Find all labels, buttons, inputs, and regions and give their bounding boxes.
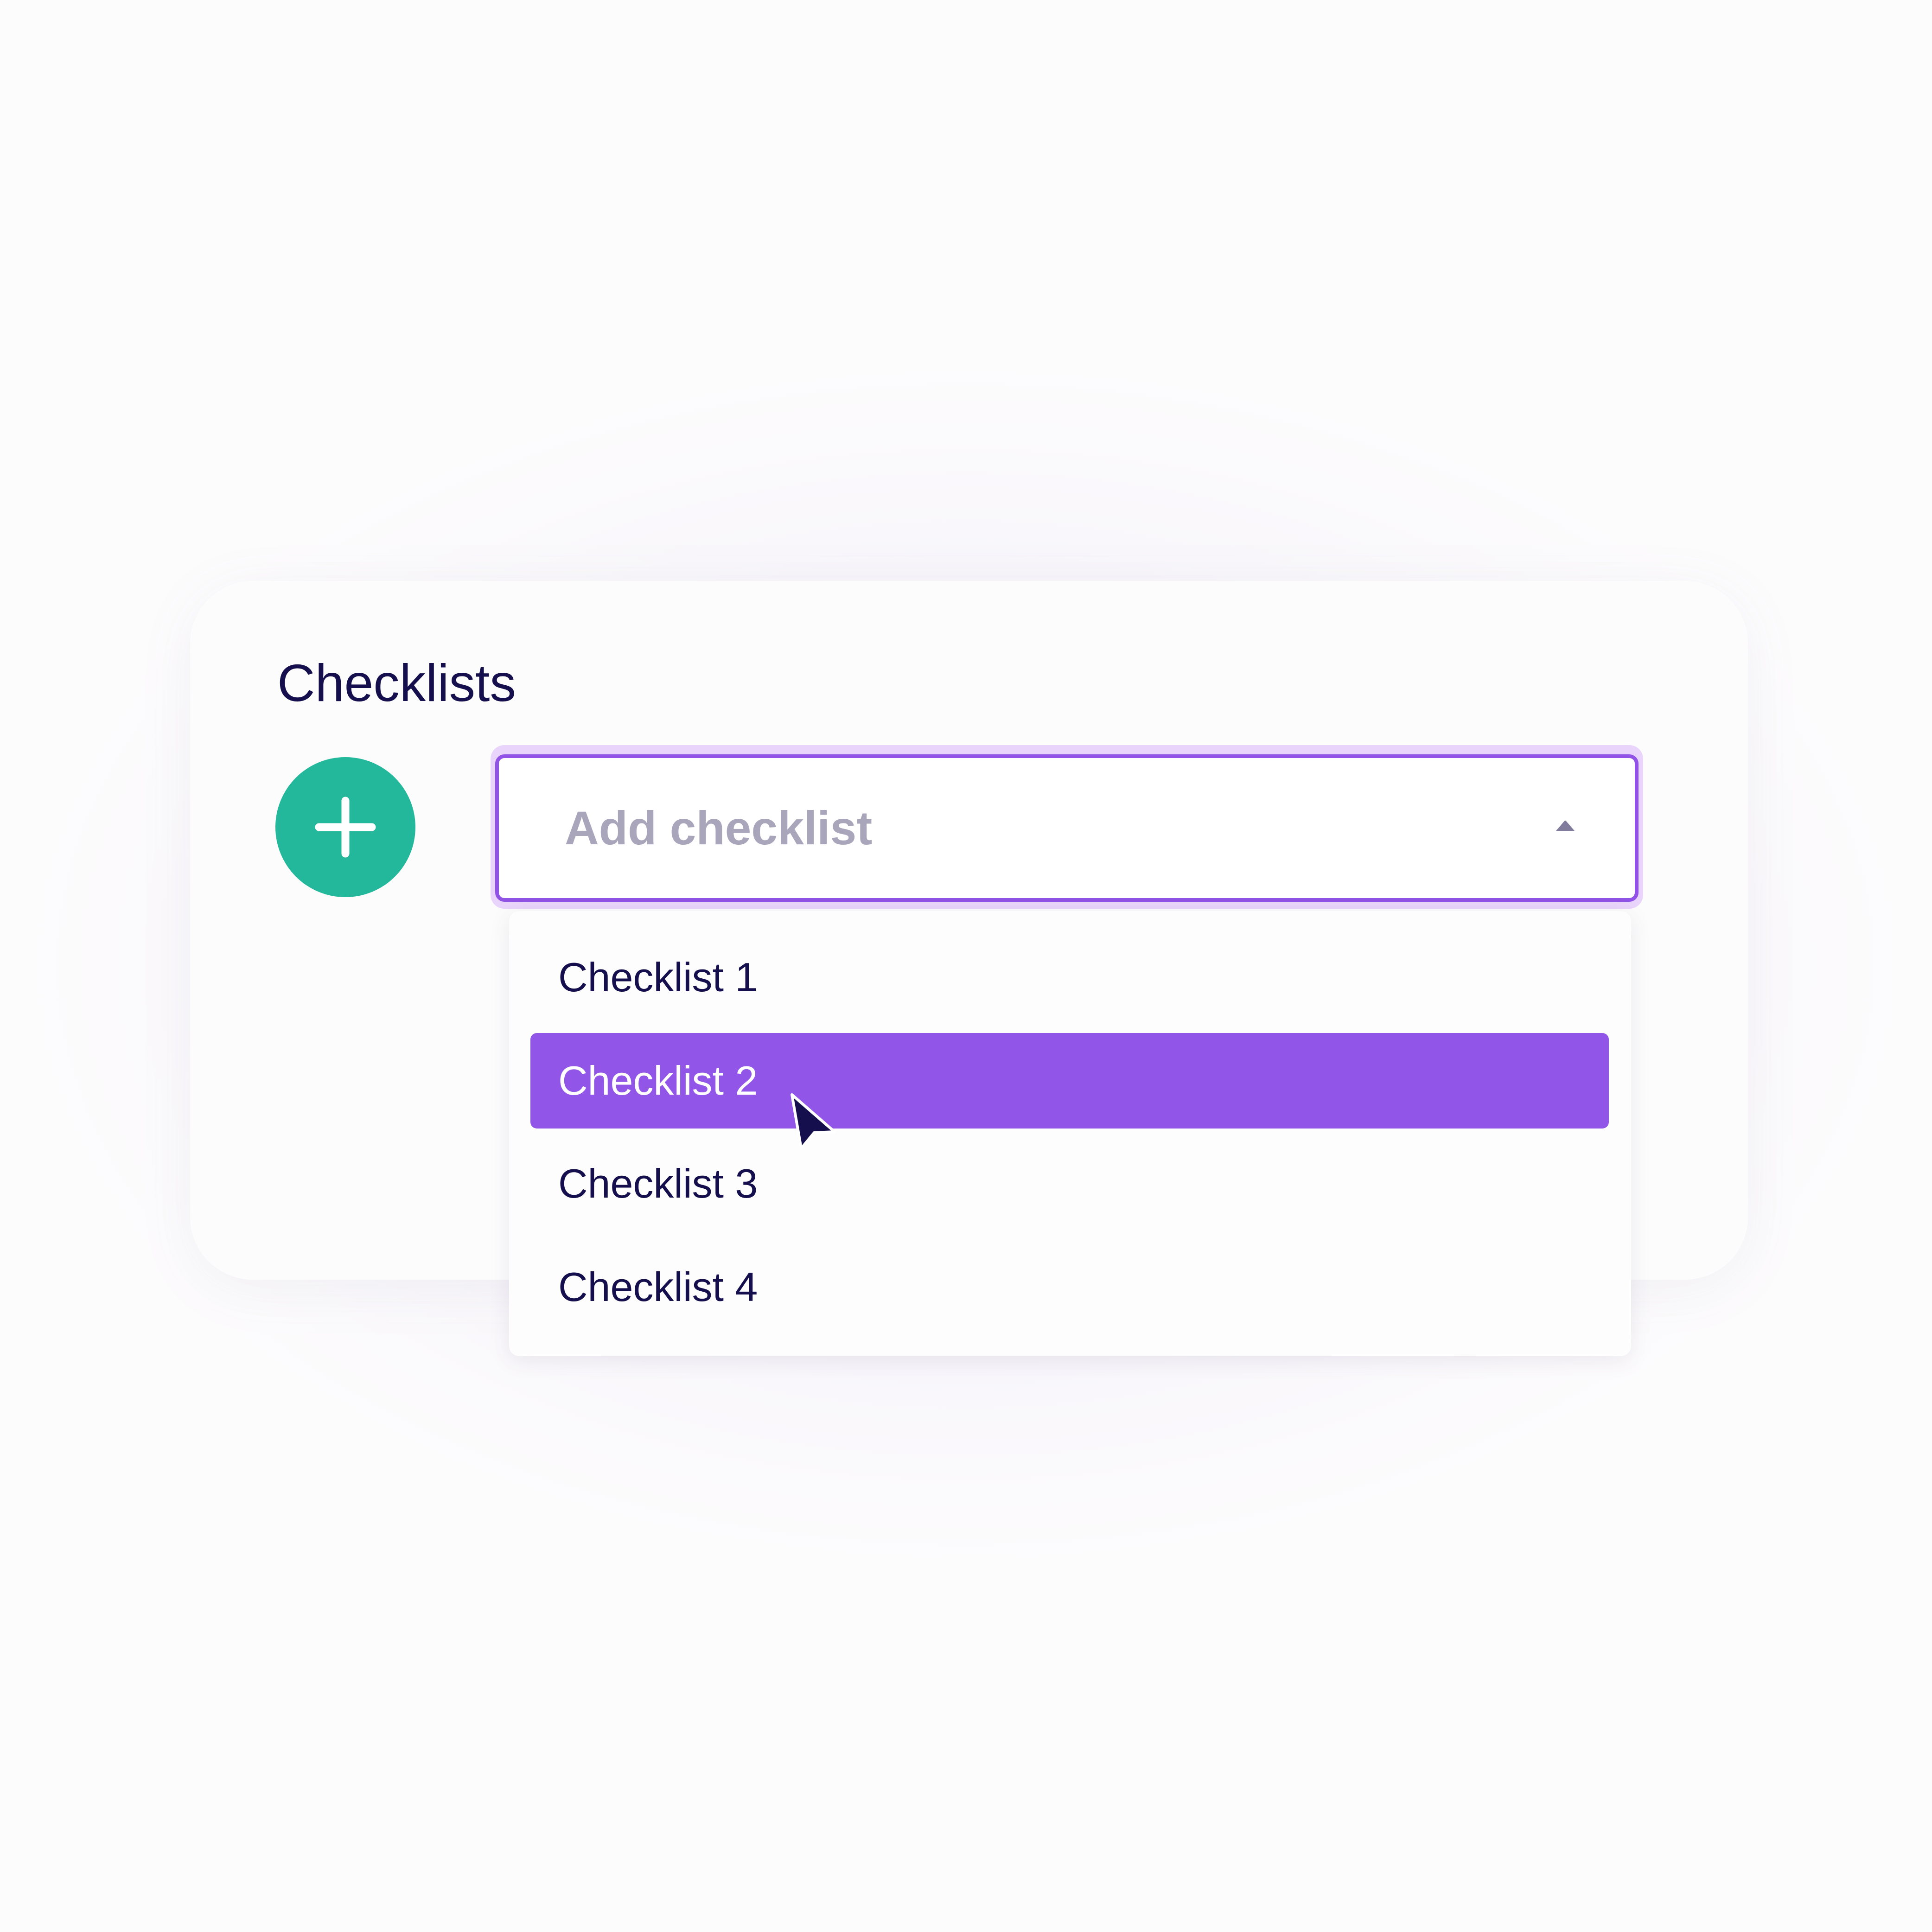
mouse-cursor-icon [791,1093,836,1150]
menu-item-label: Checklist 2 [558,1058,758,1103]
select-placeholder: Add checklist [565,802,873,854]
menu-item-checklist-3[interactable]: Checklist 3 [530,1136,1609,1231]
caret-up-icon[interactable] [1554,818,1576,832]
menu-item-label: Checklist 3 [558,1160,758,1206]
menu-item-label: Checklist 4 [558,1264,758,1310]
menu-item-checklist-2[interactable]: Checklist 2 [530,1033,1609,1129]
card-title: Checklists [277,654,516,712]
checklist-select[interactable]: Add checklist [495,754,1639,902]
add-checklist-button[interactable] [275,757,415,897]
menu-item-label: Checklist 1 [558,954,758,1000]
dropdown-menu: Checklist 1 Checklist 2 Checklist 3 Chec… [509,911,1631,1356]
page: Checklists Add checklist Checklist 1 Che… [0,0,1932,1932]
plus-icon [315,797,376,858]
menu-item-checklist-1[interactable]: Checklist 1 [530,930,1609,1025]
menu-item-checklist-4[interactable]: Checklist 4 [530,1239,1609,1335]
